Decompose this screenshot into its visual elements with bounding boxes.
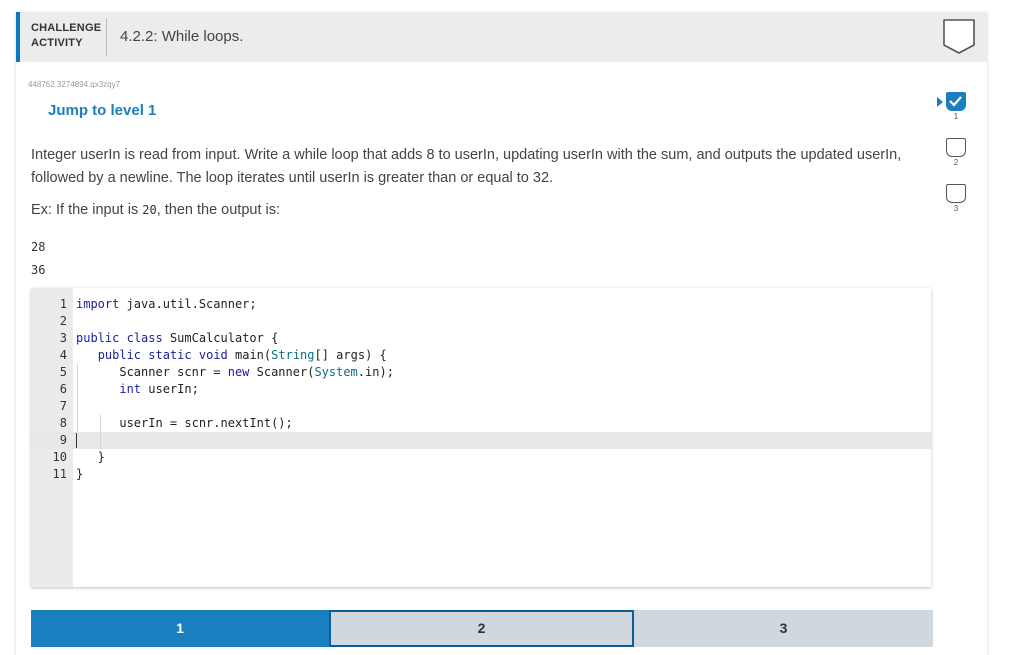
code-line-5[interactable]: 5 Scanner scnr = new Scanner(System.in); bbox=[31, 364, 394, 381]
level-tab-2[interactable]: 2 bbox=[329, 610, 634, 647]
active-line-highlight bbox=[31, 432, 931, 449]
code-line-11[interactable]: 11} bbox=[31, 466, 84, 483]
code-line-3[interactable]: 3 public class SumCalculator { bbox=[31, 330, 279, 347]
text-cursor bbox=[76, 433, 77, 448]
line-number: 1 bbox=[59, 297, 67, 311]
level-box-icon bbox=[946, 184, 966, 203]
code-line-9[interactable]: 9 bbox=[31, 432, 77, 449]
completion-badge-icon bbox=[943, 19, 975, 54]
side-level-number: 3 bbox=[953, 204, 959, 213]
line-number: 9 bbox=[59, 433, 67, 447]
side-level-number: 1 bbox=[953, 112, 959, 121]
output-line: 28 bbox=[31, 240, 46, 254]
line-number: 7 bbox=[59, 399, 67, 413]
level-tab-1[interactable]: 1 bbox=[31, 610, 329, 647]
level-tabs: 1 2 3 bbox=[31, 610, 933, 647]
example-text: Ex: If the input is 20, then the output … bbox=[31, 202, 280, 218]
code-line-8[interactable]: 8 userIn = scnr.nextInt(); bbox=[31, 415, 293, 432]
current-level-arrow-icon bbox=[937, 97, 943, 107]
side-level-2[interactable]: 2 bbox=[946, 138, 968, 167]
code-line-6[interactable]: 6 int userIn; bbox=[31, 381, 199, 398]
activity-type-line2: ACTIVITY bbox=[31, 37, 83, 49]
example-input-value: 20 bbox=[142, 203, 157, 217]
level-box-icon bbox=[946, 138, 966, 157]
code-line-2[interactable]: 2 bbox=[31, 313, 67, 330]
code-line-10[interactable]: 10 } bbox=[31, 449, 105, 466]
level-tab-3[interactable]: 3 bbox=[634, 610, 933, 647]
code-line-1[interactable]: 1 import java.util.Scanner; bbox=[31, 296, 257, 313]
line-number: 10 bbox=[52, 450, 67, 464]
side-level-3[interactable]: 3 bbox=[946, 184, 968, 213]
code-line-4[interactable]: 4 public static void main(String[] args)… bbox=[31, 347, 387, 364]
code-line-7[interactable]: 7 bbox=[31, 398, 67, 415]
line-number: 11 bbox=[52, 467, 67, 481]
activity-header: CHALLENGE ACTIVITY 4.2.2: While loops. bbox=[16, 12, 987, 62]
side-level-1[interactable]: 1 bbox=[937, 92, 968, 121]
line-number: 3 bbox=[59, 331, 67, 345]
code-editor[interactable]: 1 import java.util.Scanner; 2 3 public cla… bbox=[31, 288, 931, 587]
line-number: 5 bbox=[59, 365, 67, 379]
line-number: 8 bbox=[59, 416, 67, 430]
activity-type-line1: CHALLENGE bbox=[31, 22, 102, 34]
example-output: 28 36 bbox=[31, 236, 45, 282]
challenge-activity-card: CHALLENGE ACTIVITY 4.2.2: While loops. 4… bbox=[16, 12, 987, 655]
line-number: 6 bbox=[59, 382, 67, 396]
output-line: 36 bbox=[31, 263, 46, 277]
line-number: 2 bbox=[59, 314, 67, 328]
problem-statement: Integer userIn is read from input. Write… bbox=[31, 147, 902, 186]
activity-title: 4.2.2: While loops. bbox=[120, 28, 244, 45]
header-accent-bar bbox=[16, 12, 20, 62]
example-suffix: , then the output is: bbox=[156, 202, 281, 218]
example-prefix: Ex: If the input is bbox=[31, 202, 143, 218]
jump-to-level-link[interactable]: Jump to level 1 bbox=[48, 102, 156, 119]
side-level-number: 2 bbox=[953, 158, 959, 167]
header-divider bbox=[106, 18, 107, 56]
line-number: 4 bbox=[59, 348, 67, 362]
activity-id: 448762.3274894.qx3zqy7 bbox=[28, 80, 121, 89]
activity-type: CHALLENGE ACTIVITY bbox=[31, 21, 101, 51]
level-checkmark-icon bbox=[946, 92, 966, 111]
